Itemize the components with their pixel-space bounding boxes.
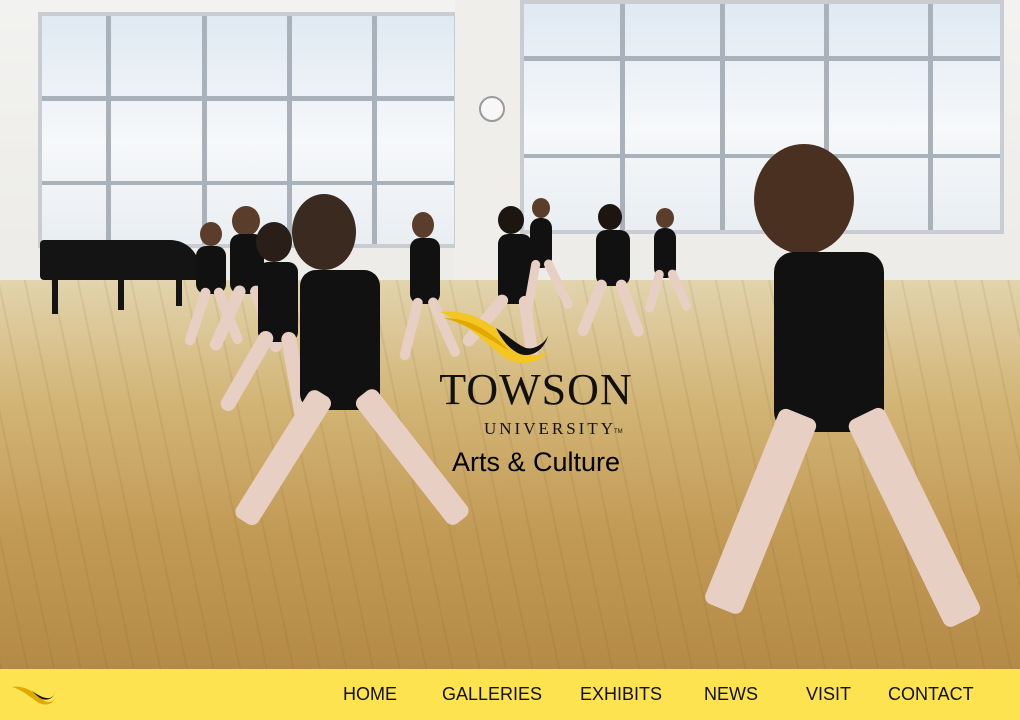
trademark-mark: TM xyxy=(614,429,623,435)
towson-swoosh-icon[interactable] xyxy=(10,683,56,707)
nav-visit[interactable]: VISIT xyxy=(806,684,851,705)
logo-caption: Arts & Culture xyxy=(451,447,621,477)
hero-photo: TOWSON UNIVERSITY TM Arts & Culture xyxy=(0,0,1020,669)
nav-exhibits[interactable]: EXHIBITS xyxy=(580,684,662,705)
logo-subtitle: UNIVERSITY xyxy=(484,419,616,438)
wall-clock xyxy=(479,96,505,122)
towson-logo: TOWSON UNIVERSITY TM Arts & Culture xyxy=(436,304,636,484)
main-navbar: HOME GALLERIES EXHIBITS NEWS VISIT CONTA… xyxy=(0,669,1020,720)
nav-news[interactable]: NEWS xyxy=(704,684,758,705)
towson-swoosh-icon xyxy=(440,311,548,364)
nav-home[interactable]: HOME xyxy=(343,684,397,705)
nav-contact[interactable]: CONTACT xyxy=(888,684,974,705)
logo-title: TOWSON xyxy=(439,365,633,414)
nav-galleries[interactable]: GALLERIES xyxy=(442,684,542,705)
